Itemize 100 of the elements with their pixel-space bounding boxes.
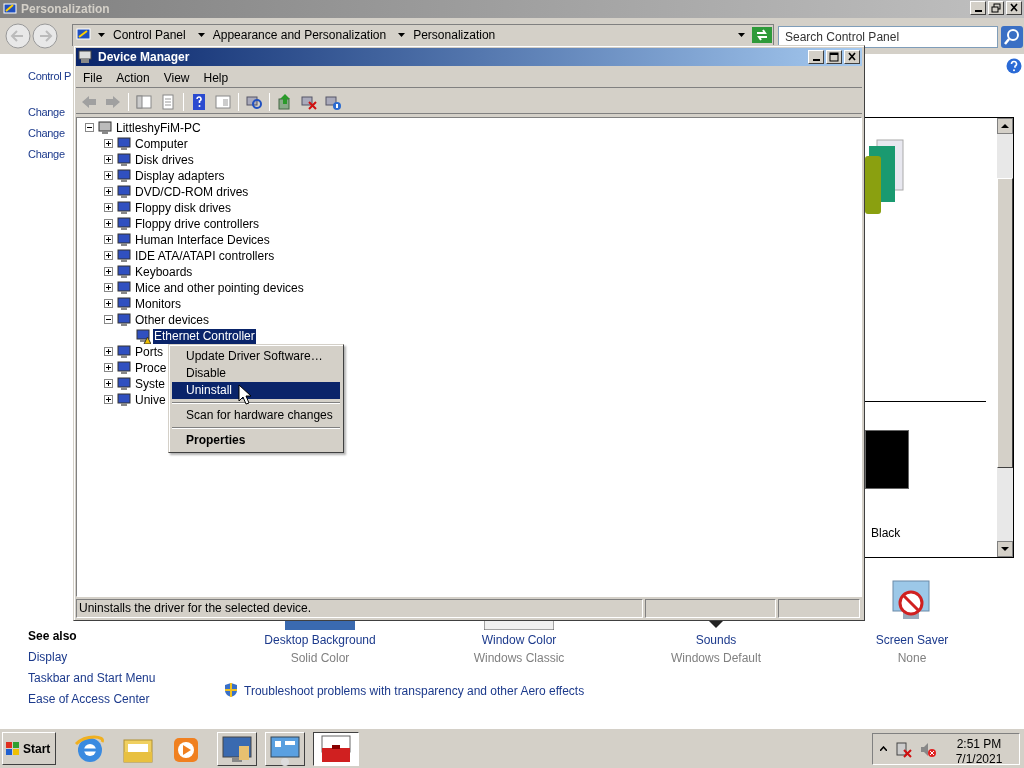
menu-item[interactable]: Help — [196, 68, 236, 87]
menu-item[interactable]: Scan for hardware changes — [172, 407, 340, 424]
volume-muted-icon[interactable] — [919, 741, 937, 759]
refresh-button[interactable] — [752, 27, 772, 43]
maximize-button[interactable] — [826, 50, 842, 64]
window-title: Personalization — [21, 1, 110, 18]
chevron-icon[interactable] — [880, 746, 887, 751]
device-icon — [116, 296, 132, 312]
setting-value: None — [897, 650, 927, 667]
tree-item[interactable]: Display adapters — [134, 169, 226, 184]
taskbar-button[interactable] — [313, 732, 359, 766]
breadcrumb-item[interactable]: Control Panel — [113, 26, 186, 44]
tree-item[interactable]: Unive — [134, 393, 167, 408]
tree-item[interactable]: Monitors — [134, 297, 182, 312]
menu-item[interactable]: Disable — [172, 365, 340, 382]
clock-time[interactable]: 2:51 PM — [943, 735, 1015, 753]
tree-item[interactable]: Disk drives — [134, 153, 195, 168]
dropdown-caret-icon[interactable] — [738, 33, 745, 37]
menu-item[interactable]: View — [156, 68, 197, 87]
window-title: Device Manager — [98, 49, 190, 66]
scroll-down-button[interactable] — [997, 541, 1013, 557]
tree-item[interactable]: Proce — [134, 361, 168, 376]
expand-icon[interactable] — [104, 267, 113, 276]
close-button[interactable] — [1006, 1, 1022, 15]
device-icon — [116, 280, 132, 296]
breadcrumb-item[interactable]: Appearance and Personalization — [212, 26, 387, 44]
expand-icon[interactable] — [104, 379, 113, 388]
scrollbar[interactable] — [997, 118, 1013, 557]
expand-icon[interactable] — [104, 187, 113, 196]
caret-icon[interactable] — [98, 33, 105, 37]
help-icon[interactable] — [190, 92, 208, 111]
tree-item[interactable]: Ports — [134, 345, 164, 360]
windows-logo-icon — [5, 740, 21, 757]
expand-icon[interactable] — [104, 219, 113, 228]
setting-link[interactable]: Desktop Background — [264, 631, 376, 649]
close-button[interactable] — [844, 50, 860, 64]
tree-item[interactable]: Mice and other pointing devices — [134, 281, 305, 296]
clock-date[interactable]: 7/1/2021 — [943, 750, 1015, 768]
control-panel-icon — [76, 27, 92, 43]
expand-icon[interactable] — [104, 395, 113, 404]
caret-icon[interactable] — [197, 33, 205, 37]
menu-item[interactable]: File — [76, 68, 110, 87]
tree-item[interactable]: DVD/CD-ROM drives — [134, 185, 250, 200]
expand-icon[interactable] — [104, 347, 113, 356]
network-icon[interactable] — [895, 741, 913, 759]
help-icon[interactable] — [1006, 58, 1022, 74]
color-swatch — [865, 430, 909, 489]
tree-item[interactable]: Syste — [134, 377, 166, 392]
tree-item[interactable]: Human Interface Devices — [134, 233, 271, 248]
tree-item[interactable]: Floppy disk drives — [134, 201, 233, 216]
setting-link[interactable]: Sounds — [695, 631, 737, 649]
tree-item[interactable]: Ethernet Controller — [153, 329, 256, 344]
caret-icon[interactable] — [398, 33, 406, 37]
expand-icon[interactable] — [104, 139, 113, 148]
search-icon[interactable] — [1001, 26, 1023, 48]
expand-icon[interactable] — [104, 251, 113, 260]
nav-link[interactable]: Control P — [28, 68, 72, 85]
tree-item[interactable]: Keyboards — [134, 265, 194, 280]
close-icon — [847, 52, 857, 62]
collapse-icon[interactable] — [85, 123, 94, 132]
expand-icon[interactable] — [104, 235, 113, 244]
expand-icon[interactable] — [104, 155, 113, 164]
nav-link[interactable]: Change — [28, 104, 65, 121]
minimize-button[interactable] — [970, 1, 986, 15]
troubleshoot-link[interactable]: Troubleshoot problems with transparency and other Aero effects — [244, 682, 585, 700]
menu-item[interactable]: Uninstall — [172, 382, 340, 399]
expand-icon[interactable] — [104, 363, 113, 372]
expand-icon[interactable] — [104, 171, 113, 180]
scrollbar-thumb[interactable] — [997, 178, 1013, 468]
scroll-up-button[interactable] — [997, 118, 1013, 134]
minimize-button[interactable] — [808, 50, 824, 64]
device-icon — [116, 152, 132, 168]
nav-link[interactable]: Display — [28, 648, 68, 666]
menu-item[interactable]: Update Driver Software… — [172, 348, 340, 365]
setting-link[interactable]: Window Color — [481, 631, 557, 649]
expand-icon[interactable] — [104, 203, 113, 212]
expand-icon[interactable] — [104, 299, 113, 308]
tree-item[interactable]: Floppy drive controllers — [134, 217, 261, 232]
tree-item[interactable]: IDE ATA/ATAPI controllers — [134, 249, 276, 264]
device-icon — [116, 248, 132, 264]
nav-link[interactable]: Ease of Access Center — [28, 690, 150, 708]
window-icon[interactable] — [135, 92, 153, 111]
nav-link[interactable]: Change — [28, 125, 65, 142]
tree-item[interactable]: Computer — [134, 137, 189, 152]
setting-link[interactable]: Screen Saver — [875, 631, 949, 649]
address-bar[interactable]: Control Panel Appearance and Personalization Personalization — [72, 24, 774, 46]
search-field[interactable]: Search Control Panel — [778, 26, 998, 48]
nav-link[interactable]: Taskbar and Start Menu — [28, 669, 156, 687]
breadcrumb-item[interactable]: Personalization — [413, 26, 496, 44]
tree-item[interactable]: Other devices — [134, 313, 211, 328]
menu-item[interactable]: Action — [109, 68, 157, 87]
menu-item[interactable]: Properties — [172, 432, 340, 449]
expand-icon[interactable] — [104, 283, 113, 292]
tree-item[interactable]: LittleshyFiM-PC — [115, 121, 202, 136]
restore-button[interactable] — [988, 1, 1004, 15]
nav-link[interactable]: Change — [28, 146, 65, 163]
start-button[interactable]: Start — [2, 732, 56, 765]
status-text: Uninstalls the driver for the selected device. — [76, 599, 643, 618]
device-icon — [116, 392, 132, 408]
collapse-icon[interactable] — [104, 315, 113, 324]
